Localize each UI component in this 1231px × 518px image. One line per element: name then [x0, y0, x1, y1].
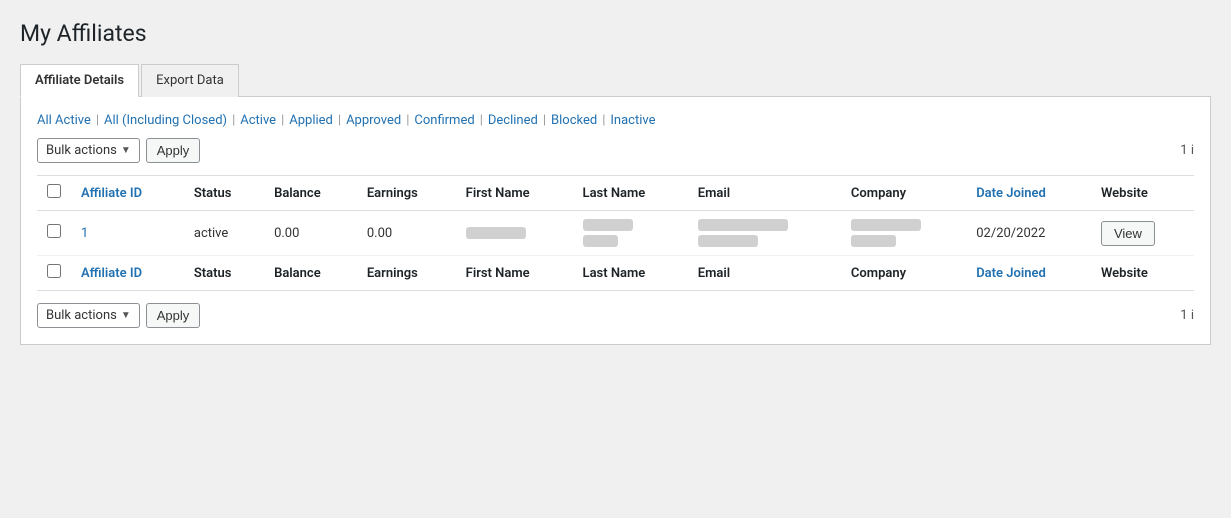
filter-all-active[interactable]: All Active — [37, 113, 91, 128]
col-header-date-joined[interactable]: Date Joined — [966, 176, 1091, 211]
filter-inactive[interactable]: Inactive — [610, 113, 655, 128]
filter-declined[interactable]: Declined — [488, 113, 538, 128]
filter-approved[interactable]: Approved — [346, 113, 401, 128]
tab-affiliate-details[interactable]: Affiliate Details — [20, 64, 139, 97]
chevron-down-icon: ▼ — [121, 145, 131, 156]
separator-2: | — [232, 113, 235, 128]
top-apply-button[interactable]: Apply — [146, 138, 201, 163]
last-name-blurred-1 — [583, 219, 633, 231]
col-header-company-bottom: Company — [841, 256, 966, 291]
row-email — [688, 211, 841, 256]
top-page-count: 1 i — [1180, 143, 1194, 158]
col-header-status: Status — [184, 176, 264, 211]
separator-5: | — [406, 113, 409, 128]
row-status: active — [184, 211, 264, 256]
col-header-email: Email — [688, 176, 841, 211]
row-first-name — [456, 211, 573, 256]
table-row: 1 active 0.00 0.00 — [37, 211, 1194, 256]
row-affiliate-id: 1 — [71, 211, 184, 256]
tabs-container: Affiliate Details Export Data — [20, 63, 1211, 97]
col-header-company: Company — [841, 176, 966, 211]
separator-1: | — [96, 113, 99, 128]
bottom-bulk-actions-dropdown[interactable]: Bulk actions ▼ — [37, 303, 140, 328]
row-company — [841, 211, 966, 256]
last-name-blurred-2 — [583, 235, 618, 247]
affiliates-table: Affiliate ID Status Balance Earnings Fir… — [37, 175, 1194, 291]
filter-applied[interactable]: Applied — [289, 113, 333, 128]
col-header-first-name: First Name — [456, 176, 573, 211]
company-blurred-2 — [851, 235, 896, 247]
col-header-balance: Balance — [264, 176, 357, 211]
filter-active[interactable]: Active — [240, 113, 276, 128]
row-date-joined: 02/20/2022 — [966, 211, 1091, 256]
filter-all-including-closed[interactable]: All (Including Closed) — [104, 113, 227, 128]
bottom-apply-button[interactable]: Apply — [146, 303, 201, 328]
email-blurred-2 — [698, 235, 758, 247]
top-toolbar-left: Bulk actions ▼ Apply — [37, 138, 200, 163]
col-header-affiliate-id[interactable]: Affiliate ID — [71, 176, 184, 211]
col-header-first-name-bottom: First Name — [456, 256, 573, 291]
col-header-last-name: Last Name — [573, 176, 688, 211]
view-button[interactable]: View — [1101, 221, 1155, 246]
select-all-header-bottom — [37, 256, 71, 291]
separator-4: | — [338, 113, 341, 128]
col-header-status-bottom: Status — [184, 256, 264, 291]
filter-confirmed[interactable]: Confirmed — [414, 113, 474, 128]
top-toolbar: Bulk actions ▼ Apply 1 i — [37, 138, 1194, 163]
col-header-balance-bottom: Balance — [264, 256, 357, 291]
page-title: My Affiliates — [20, 20, 1211, 47]
content-area: All Active | All (Including Closed) | Ac… — [20, 97, 1211, 345]
col-header-date-joined-bottom[interactable]: Date Joined — [966, 256, 1091, 291]
filter-links: All Active | All (Including Closed) | Ac… — [37, 113, 1194, 128]
col-header-earnings-bottom: Earnings — [357, 256, 456, 291]
row-website: View — [1091, 211, 1194, 256]
row-last-name — [573, 211, 688, 256]
row-balance: 0.00 — [264, 211, 357, 256]
row-checkbox-cell — [37, 211, 71, 256]
separator-3: | — [281, 113, 284, 128]
affiliate-id-link[interactable]: 1 — [81, 226, 88, 241]
separator-6: | — [480, 113, 483, 128]
col-header-last-name-bottom: Last Name — [573, 256, 688, 291]
bulk-actions-dropdown[interactable]: Bulk actions ▼ — [37, 138, 140, 163]
col-header-website-bottom: Website — [1091, 256, 1194, 291]
row-checkbox[interactable] — [47, 224, 61, 238]
col-header-website: Website — [1091, 176, 1194, 211]
col-header-earnings: Earnings — [357, 176, 456, 211]
select-all-header — [37, 176, 71, 211]
email-blurred-1 — [698, 219, 788, 231]
table-header-row: Affiliate ID Status Balance Earnings Fir… — [37, 176, 1194, 211]
col-header-affiliate-id-bottom[interactable]: Affiliate ID — [71, 256, 184, 291]
select-all-checkbox-bottom[interactable] — [47, 264, 61, 278]
separator-7: | — [543, 113, 546, 128]
table-bottom-header-row: Affiliate ID Status Balance Earnings Fir… — [37, 256, 1194, 291]
company-blurred-1 — [851, 219, 921, 231]
bottom-page-count: 1 i — [1180, 308, 1194, 323]
select-all-checkbox[interactable] — [47, 184, 61, 198]
first-name-blurred — [466, 227, 526, 239]
row-earnings: 0.00 — [357, 211, 456, 256]
separator-8: | — [602, 113, 605, 128]
col-header-email-bottom: Email — [688, 256, 841, 291]
filter-blocked[interactable]: Blocked — [551, 113, 597, 128]
bottom-toolbar: Bulk actions ▼ Apply 1 i — [37, 303, 1194, 328]
bottom-chevron-down-icon: ▼ — [121, 310, 131, 321]
bottom-toolbar-left: Bulk actions ▼ Apply — [37, 303, 200, 328]
tab-export-data[interactable]: Export Data — [141, 64, 239, 97]
